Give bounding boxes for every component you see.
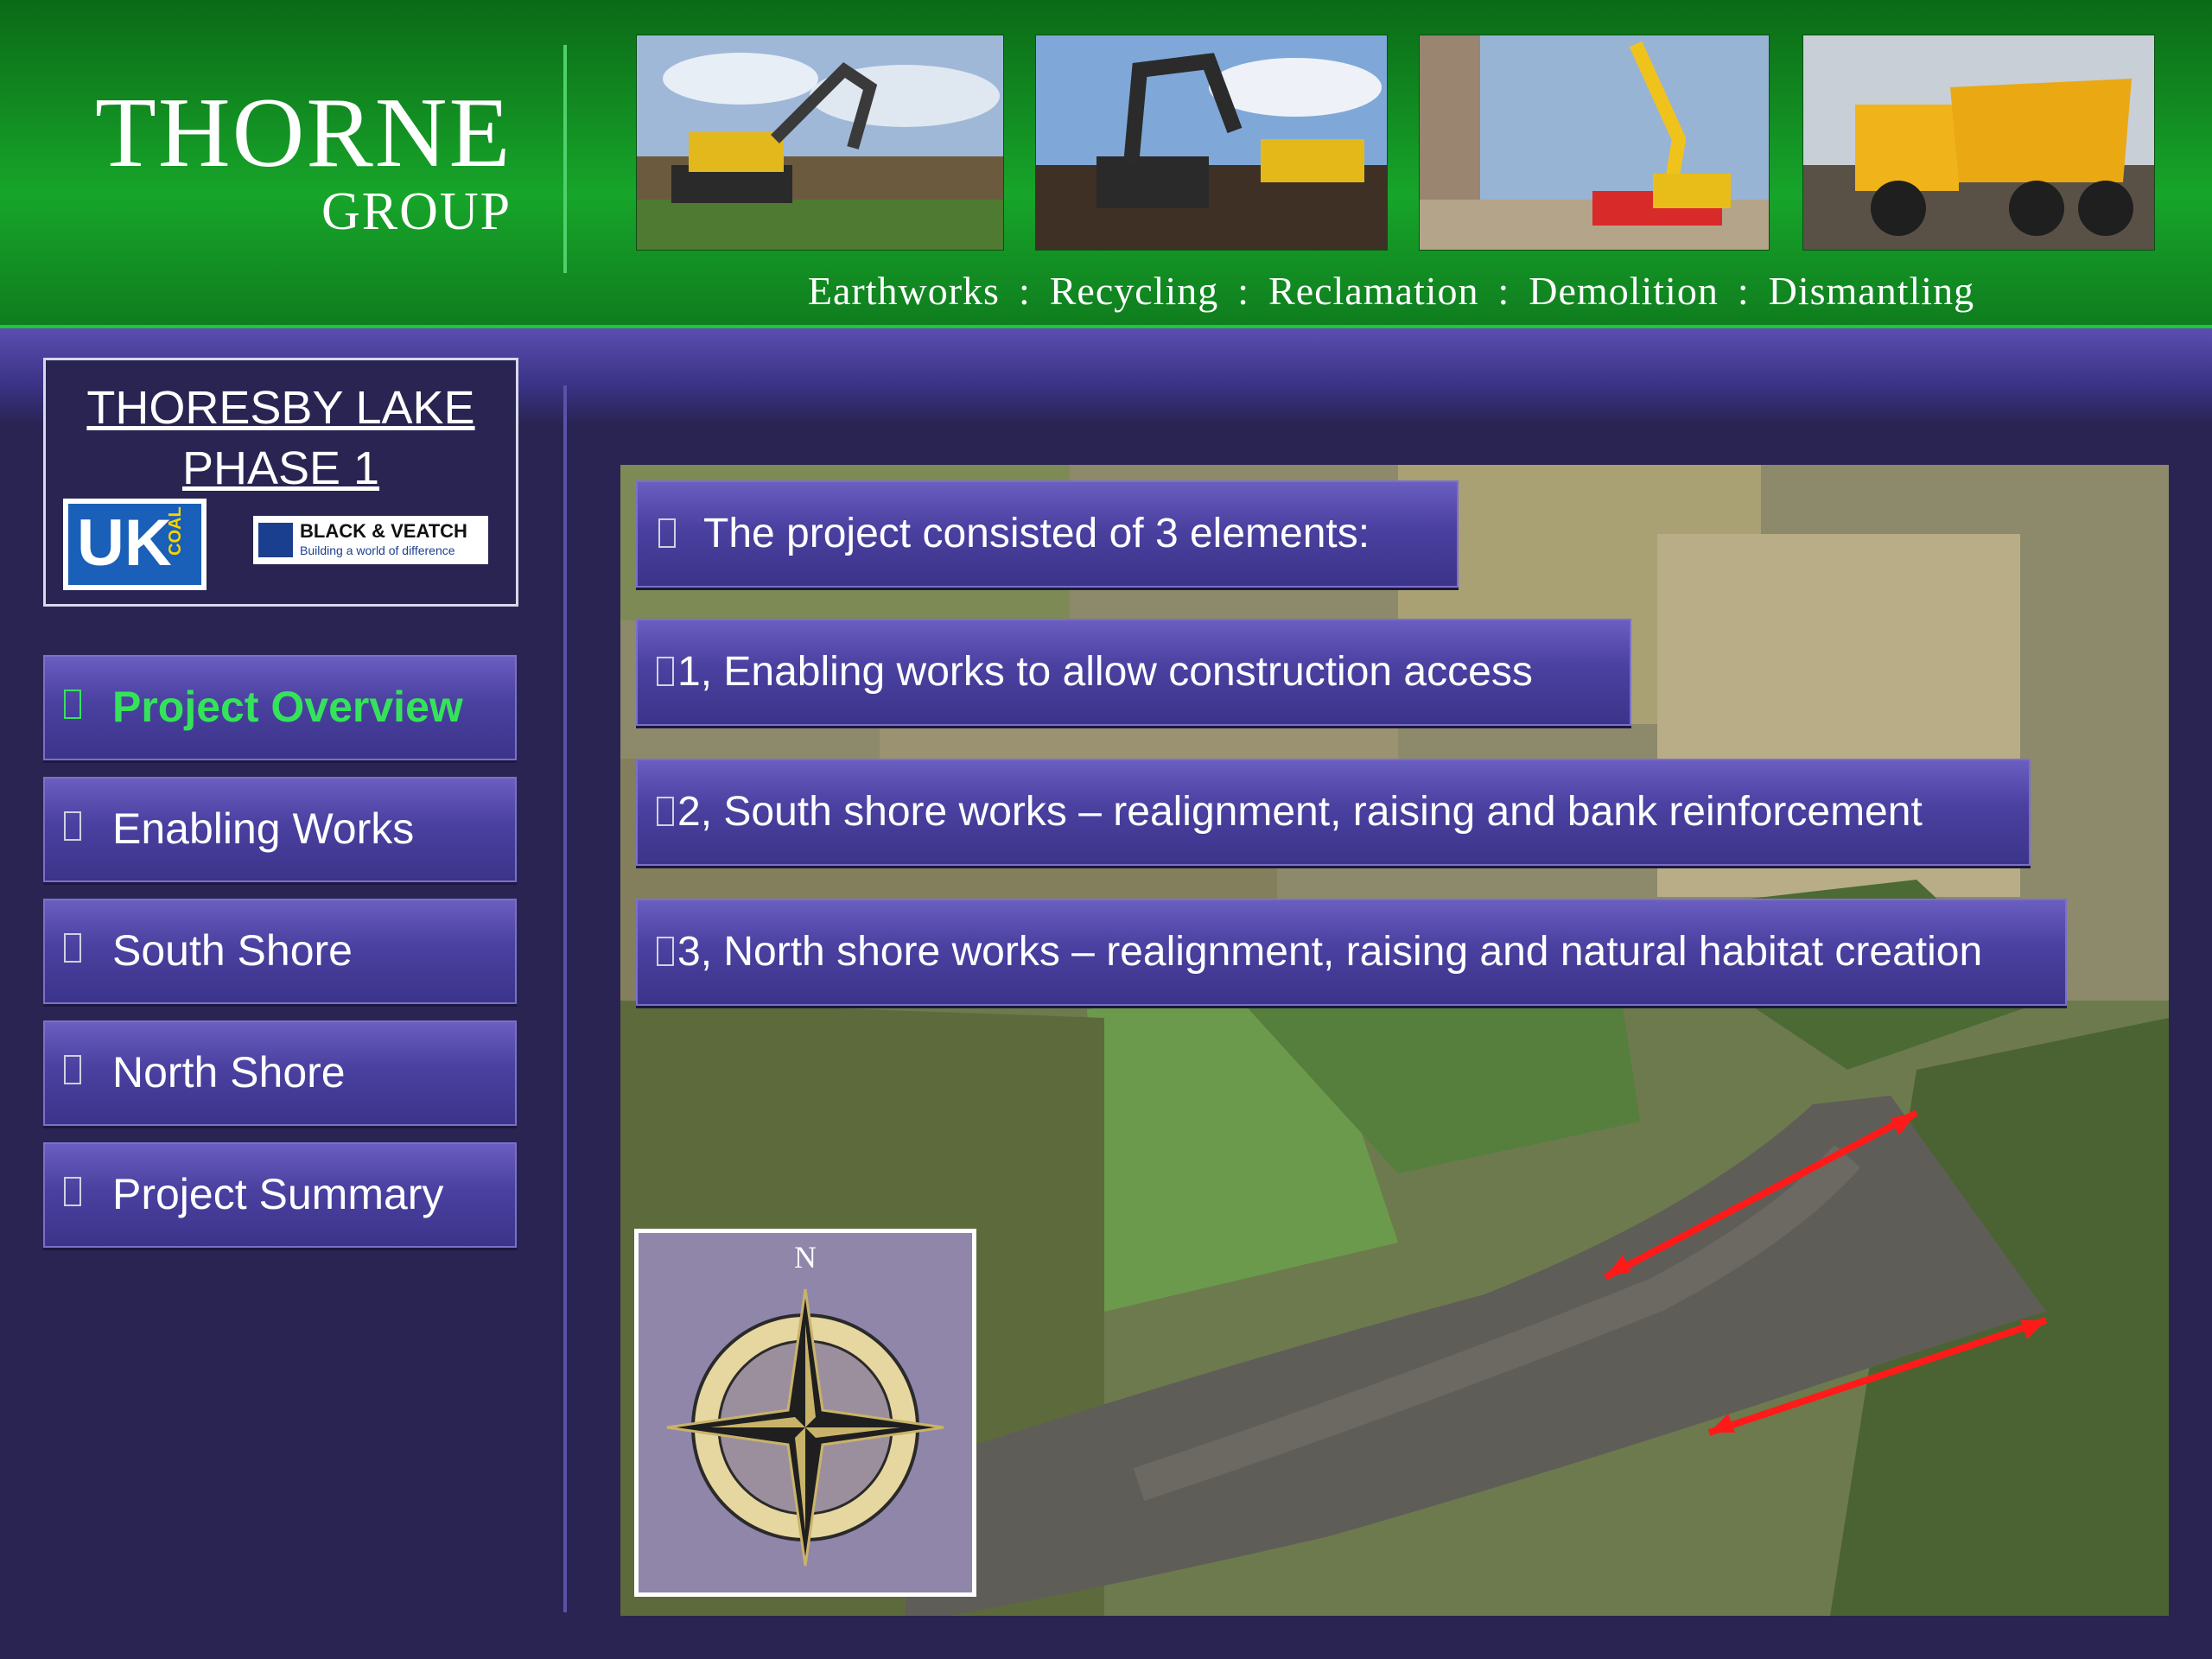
nav-project-summary[interactable]: Project Summary xyxy=(43,1142,517,1248)
bullet-element-2: 2, South shore works – realignment, rais… xyxy=(636,759,2031,866)
header-divider xyxy=(563,45,567,273)
compass-north-label: N xyxy=(794,1240,817,1274)
nav-label: Project Summary xyxy=(112,1170,444,1218)
photo-excavator-1 xyxy=(636,35,1004,251)
bullet-icon xyxy=(657,797,674,826)
nav-label: North Shore xyxy=(112,1048,346,1096)
uk-coal-logo: UK COAL xyxy=(63,499,207,590)
project-title-line1: THORESBY LAKE xyxy=(86,382,475,434)
bullet-text: 3, North shore works – realignment, rais… xyxy=(677,929,1983,975)
bullet-icon xyxy=(657,657,674,686)
photo-excavator-2 xyxy=(1035,35,1388,251)
nav-north-shore[interactable]: North Shore xyxy=(43,1020,517,1126)
bullet-icon xyxy=(657,937,674,966)
nav-label: South Shore xyxy=(112,926,353,975)
bullet-icon xyxy=(64,811,81,841)
uk-coal-logo-text: UK xyxy=(77,506,172,580)
nav-enabling-works[interactable]: Enabling Works xyxy=(43,777,517,882)
bullet-text: The project consisted of 3 elements: xyxy=(703,511,1370,556)
black-veatch-logo-sub: Building a world of difference xyxy=(300,543,455,557)
nav-label: Enabling Works xyxy=(112,804,415,853)
uk-coal-logo-small: COAL xyxy=(166,506,185,556)
nav-project-overview[interactable]: Project Overview xyxy=(43,655,517,760)
bullet-element-3: 3, North shore works – realignment, rais… xyxy=(636,899,2067,1006)
bullet-intro: The project consisted of 3 elements: xyxy=(636,480,1459,588)
project-card: THORESBY LAKE PHASE 1 UK COAL BLACK & VE… xyxy=(43,358,518,607)
bullet-text: 1, Enabling works to allow construction … xyxy=(677,649,1533,695)
bullet-text: 2, South shore works – realignment, rais… xyxy=(677,789,1923,835)
tagline-reclamation: Reclamation xyxy=(1268,269,1479,313)
photo-dump-truck xyxy=(1802,35,2155,251)
compass-inset: N xyxy=(634,1229,976,1597)
project-title-line2: PHASE 1 xyxy=(181,442,380,494)
project-title: THORESBY LAKE PHASE 1 xyxy=(46,378,516,499)
tagline-demolition: Demolition xyxy=(1529,269,1719,313)
bullet-icon xyxy=(64,1055,81,1084)
sidebar-divider xyxy=(563,385,567,1612)
bullet-icon xyxy=(658,518,676,548)
services-tagline: Earthworks: Recycling: Reclamation: Demolit… xyxy=(778,268,2005,314)
tagline-dismantling: Dismantling xyxy=(1768,269,1975,313)
brand-title: THORNE xyxy=(95,78,512,188)
black-veatch-logo-text: BLACK & VEATCH xyxy=(300,520,467,542)
nav-label: Project Overview xyxy=(112,683,463,731)
bullet-icon xyxy=(64,1177,81,1206)
brand-subtitle: GROUP xyxy=(321,182,512,241)
bullet-icon xyxy=(64,933,81,963)
tagline-recycling: Recycling xyxy=(1049,269,1219,313)
header: THORNE GROUP Earthworks: Recycling: Re… xyxy=(0,0,2212,328)
tagline-separator: : xyxy=(1018,269,1031,313)
bullet-icon xyxy=(64,690,81,719)
bullet-element-1: 1, Enabling works to allow construction … xyxy=(636,619,1631,726)
tagline-separator: : xyxy=(1497,269,1510,313)
tagline-separator: : xyxy=(1737,269,1750,313)
tagline-separator: : xyxy=(1237,269,1250,313)
photo-demolition xyxy=(1419,35,1770,251)
black-veatch-logo: BLACK & VEATCH Building a world of diffe… xyxy=(253,516,488,564)
nav-south-shore[interactable]: South Shore xyxy=(43,899,517,1004)
tagline-earthworks: Earthworks xyxy=(807,269,1000,313)
